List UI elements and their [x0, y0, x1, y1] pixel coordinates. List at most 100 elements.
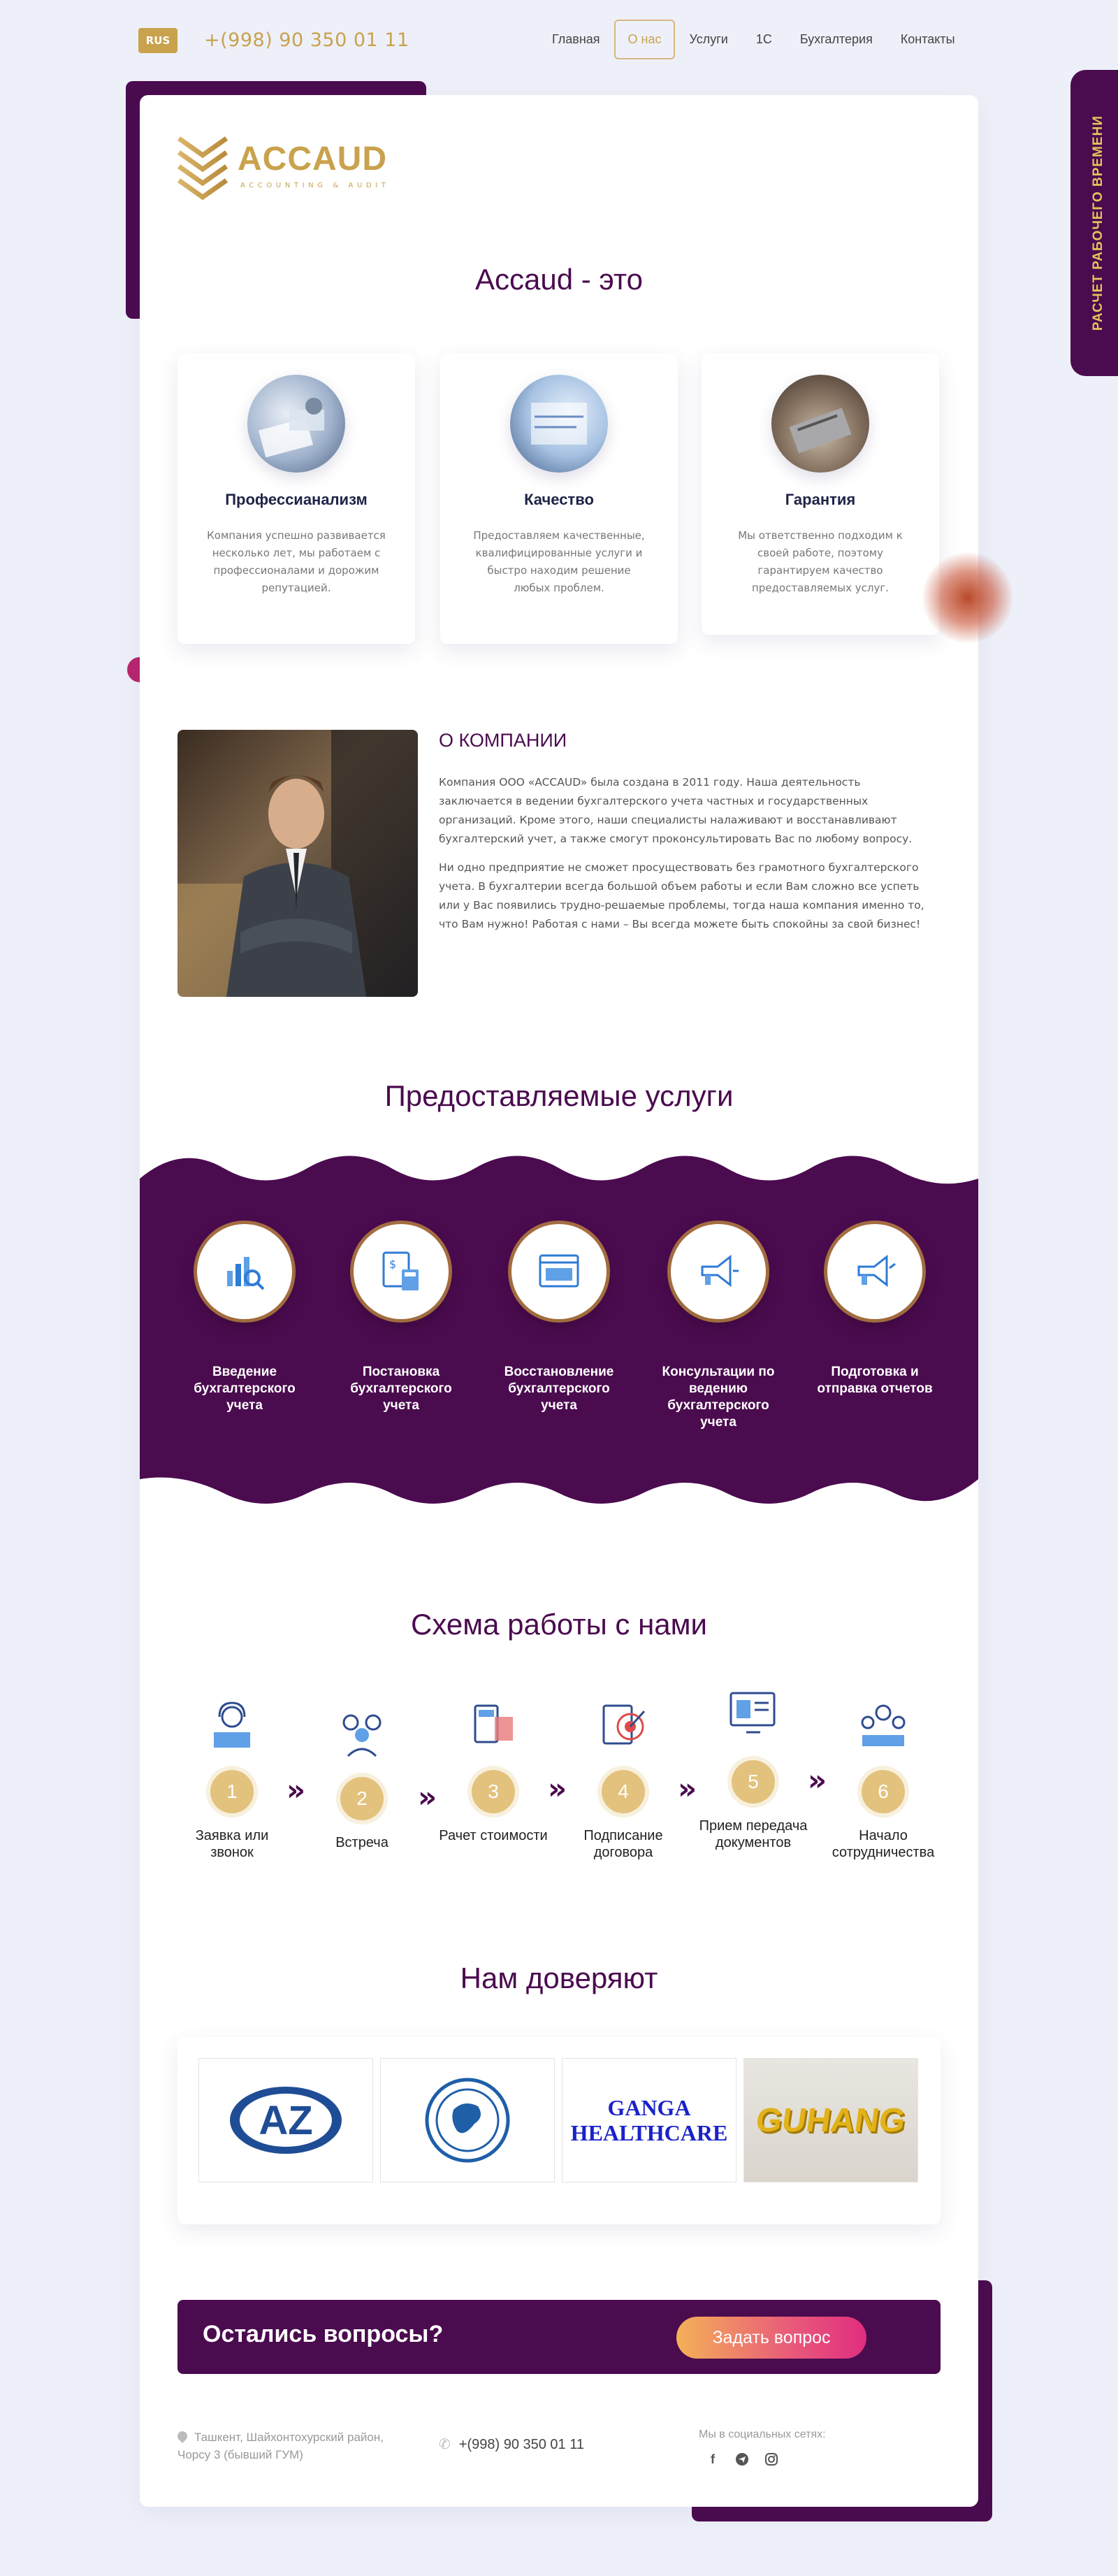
step-number: 4: [602, 1770, 645, 1813]
process-step: 1 Заявка или звонок: [176, 1696, 288, 1861]
feature-image: [510, 375, 608, 473]
step-label: Заявка или звонок: [195, 1828, 269, 1860]
team-icon: [861, 1704, 906, 1746]
footer-address: Ташкент, Шайхонтохурский район, Чорсу 3 …: [175, 2429, 387, 2463]
step-label: Рачет стоимости: [439, 1828, 548, 1843]
footer-phone-text: +(998) 90 350 01 11: [458, 2437, 584, 2452]
process-step: 3 Рачет стоимости: [437, 1696, 549, 1844]
instagram-icon[interactable]: [763, 2451, 780, 2468]
feature-image: [771, 375, 869, 473]
partners-box: AZ GANGA HEALTHCARE GUHANG: [177, 2037, 941, 2224]
header-phone[interactable]: +(998) 90 350 01 11: [204, 29, 409, 51]
step-label: Подписание договора: [583, 1828, 663, 1860]
footer-phone[interactable]: ✆ +(998) 90 350 01 11: [439, 2435, 584, 2453]
process-title: Схема работы с нами: [411, 1608, 707, 1641]
globe-logo-icon: [425, 2078, 510, 2163]
logo-tagline: ACCOUNTING & AUDIT: [240, 182, 390, 189]
logo[interactable]: ACCAUD ACCOUNTING & AUDIT: [176, 131, 400, 208]
service-label: Подготовка и отправка отчетов: [817, 1365, 933, 1396]
partner-text: GUHANG: [753, 2101, 908, 2139]
telegram-icon[interactable]: [734, 2451, 750, 2468]
partner-logo[interactable]: GANGA HEALTHCARE: [562, 2058, 736, 2182]
chart-magnifier-icon: [197, 1224, 292, 1319]
header: RUS +(998) 90 350 01 11 Главная О нас Ус…: [0, 0, 1118, 84]
feature-title: Качество: [524, 491, 594, 508]
service-label: Постановка бухгалтерского учета: [350, 1365, 452, 1413]
arrow-icon: »: [418, 1780, 437, 1814]
step-number: 5: [732, 1760, 775, 1804]
feature-text: Компания успешно развивается несколько л…: [207, 529, 386, 594]
service-item[interactable]: Введение бухгалтерского учета: [182, 1224, 307, 1414]
chevron-logo-icon: [177, 136, 228, 201]
phone-icon: ✆: [439, 2437, 451, 2452]
target-icon: [602, 1704, 646, 1745]
browser-window-icon: [511, 1224, 607, 1319]
about-photo: [177, 730, 418, 997]
address-text: Ташкент, Шайхонтохурский район, Чорсу 3 …: [177, 2431, 384, 2461]
partner-logo[interactable]: GUHANG: [743, 2058, 918, 2182]
services-band: Введение бухгалтерского учета $ Постанов…: [140, 1151, 978, 1514]
logo-brand: ACCAUD: [238, 141, 387, 178]
partner-logo[interactable]: AZ: [198, 2058, 373, 2182]
megaphone-icon: [671, 1224, 766, 1319]
service-label: Консультации по ведению бухгалтерского у…: [662, 1365, 775, 1430]
meeting-icon: [342, 1714, 382, 1757]
feature-title: Профессианализм: [225, 491, 368, 508]
nav-1c[interactable]: 1С: [742, 20, 786, 59]
calculator-icon: [474, 1704, 513, 1743]
document-screen-icon: [729, 1692, 776, 1734]
process-step: 4 Подписание договора: [567, 1696, 679, 1861]
step-number: 1: [210, 1770, 254, 1813]
megaphone-icon: [827, 1224, 922, 1319]
step-label: Встреча: [335, 1835, 389, 1850]
arrow-icon: »: [548, 1771, 567, 1806]
arrow-icon: »: [678, 1771, 697, 1806]
services-title: Предоставляемые услуги: [384, 1079, 734, 1112]
feature-card: Профессианализм Компания успешно развива…: [177, 354, 415, 644]
svg-text:$: $: [389, 1258, 396, 1271]
service-item[interactable]: $ Постановка бухгалтерского учета: [338, 1224, 464, 1414]
step-label: Начало сотрудничества: [832, 1828, 935, 1860]
step-number: 2: [340, 1777, 384, 1820]
social-links: f: [704, 2451, 780, 2468]
process-step: 2 Встреча: [306, 1703, 418, 1851]
service-label: Введение бухгалтерского учета: [194, 1365, 296, 1413]
feature-image: [247, 375, 345, 473]
nav-accounting[interactable]: Бухгалтерия: [786, 20, 887, 59]
trust-title: Нам доверяют: [460, 1962, 658, 1994]
nav-contacts[interactable]: Контакты: [887, 20, 969, 59]
social-label: Мы в социальных сетях:: [699, 2429, 826, 2440]
process-step: 5 Прием передача документов: [697, 1686, 809, 1851]
nav-about[interactable]: О нас: [614, 20, 676, 59]
about-paragraph: Компания ООО «ACCAUD» была создана в 201…: [439, 776, 913, 845]
feature-text: Мы ответственно подходим к своей работе,…: [738, 529, 903, 594]
facebook-icon[interactable]: f: [704, 2451, 721, 2468]
ask-question-button[interactable]: Задать вопрос: [676, 2317, 866, 2359]
work-time-calculator-tab[interactable]: РАСЧЕТ РАБОЧЕГО ВРЕМЕНИ: [1070, 70, 1118, 376]
step-label: Прием передача документов: [699, 1818, 808, 1850]
cta-question: Остались вопросы?: [203, 2321, 444, 2347]
service-item[interactable]: Подготовка и отправка отчетов: [812, 1224, 938, 1397]
step-number: 6: [862, 1770, 905, 1813]
document-calculator-icon: $: [354, 1224, 449, 1319]
nav-home[interactable]: Главная: [538, 20, 614, 59]
feature-title: Гарантия: [785, 491, 856, 508]
feature-card: Качество Предоставляем качественные, ква…: [440, 354, 678, 644]
arrow-icon: »: [286, 1773, 306, 1807]
partner-logo[interactable]: [380, 2058, 555, 2182]
questions-banner: Остались вопросы? Задать вопрос: [177, 2300, 941, 2374]
main-nav: Главная О нас Услуги 1С Бухгалтерия Конт…: [538, 20, 969, 59]
about-paragraph: Ни одно предприятие не сможет просуществ…: [439, 861, 924, 930]
az-logo-icon: AZ: [230, 2087, 342, 2154]
feature-card: Гарантия Мы ответственно подходим к свое…: [702, 354, 939, 635]
language-switch[interactable]: RUS: [138, 28, 177, 53]
service-item[interactable]: Консультации по ведению бухгалтерского у…: [655, 1224, 781, 1431]
about-title: О КОМПАНИИ: [439, 730, 567, 751]
service-item[interactable]: Восстановление бухгалтерского учета: [496, 1224, 622, 1414]
location-pin-icon: [175, 2429, 189, 2443]
partner-text: AZ: [259, 2098, 312, 2143]
nav-services[interactable]: Услуги: [675, 20, 741, 59]
side-tab-label: РАСЧЕТ РАБОЧЕГО ВРЕМЕНИ: [1091, 115, 1105, 331]
process-step: 6 Начало сотрудничества: [827, 1696, 939, 1861]
partner-text: GANGA HEALTHCARE: [570, 2095, 728, 2145]
